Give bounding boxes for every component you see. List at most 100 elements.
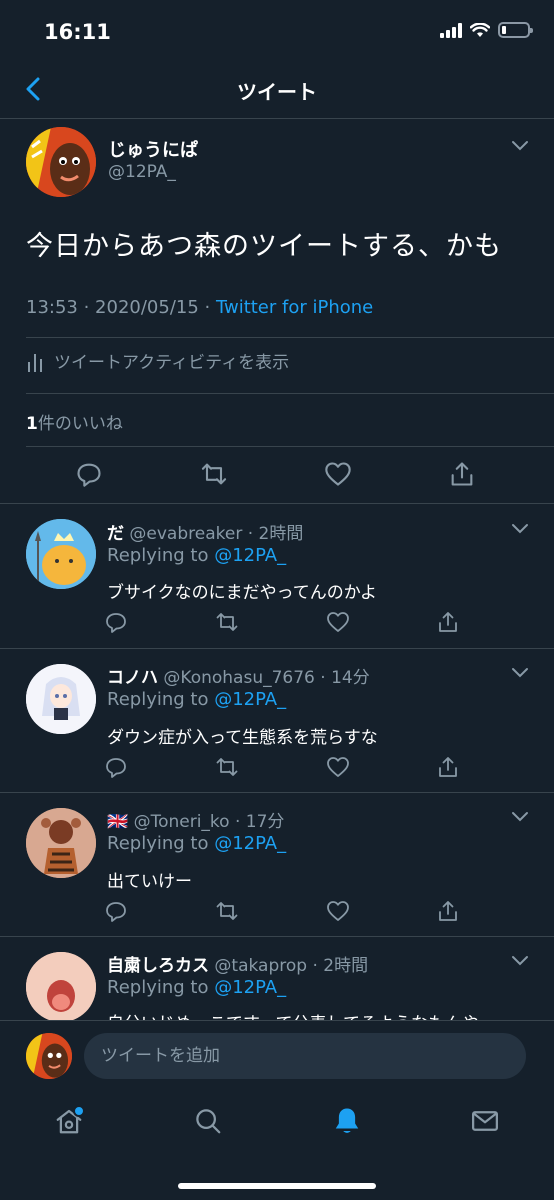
tweet-source-link[interactable]: Twitter for iPhone — [216, 297, 373, 318]
reply-icon — [106, 902, 126, 922]
reply-divider — [0, 648, 554, 649]
tab-messages[interactable] — [467, 1103, 503, 1139]
reply-button[interactable] — [104, 610, 128, 638]
reply-avatar[interactable] — [26, 952, 96, 1022]
heart-icon — [327, 757, 349, 777]
retweet-button[interactable] — [215, 610, 239, 638]
reply-handle[interactable]: @takaprop — [214, 956, 307, 976]
replying-to-handle[interactable]: @12PA_ — [214, 833, 286, 854]
wifi-icon — [470, 22, 490, 37]
retweet-button[interactable] — [200, 460, 228, 492]
page-title: ツイート — [237, 80, 317, 104]
reply-divider — [0, 936, 554, 937]
chevron-down-icon[interactable] — [511, 667, 529, 679]
reply-avatar[interactable] — [26, 808, 96, 878]
cellular-signal-icon — [440, 22, 462, 38]
main-tweet-divider — [0, 503, 554, 504]
like-button[interactable] — [326, 899, 350, 927]
share-button[interactable] — [436, 899, 460, 927]
reply-avatar-image — [26, 952, 96, 1022]
reply-avatar-image — [26, 808, 96, 878]
share-icon — [451, 462, 473, 486]
tweet-activity-label: ツイートアクティビティを表示 — [54, 353, 290, 373]
reply-time: · 2時間 — [312, 956, 369, 976]
bell-icon — [335, 1108, 359, 1133]
current-user-avatar[interactable] — [26, 1033, 72, 1079]
reply-time: · 17分 — [234, 812, 285, 832]
chevron-down-icon[interactable] — [511, 523, 529, 535]
likes-summary[interactable]: 1件のいいね — [26, 409, 123, 434]
share-button[interactable] — [436, 755, 460, 783]
retweet-icon — [216, 613, 238, 631]
reply-time: · 2時間 — [247, 524, 304, 544]
reply-button[interactable] — [75, 460, 103, 492]
share-icon — [439, 757, 457, 777]
compose-divider — [0, 1020, 554, 1021]
replying-to-handle[interactable]: @12PA_ — [214, 545, 286, 566]
status-time: 16:11 — [44, 20, 111, 44]
tab-bar — [0, 1092, 554, 1152]
meta-divider — [26, 337, 554, 338]
replying-to-handle[interactable]: @12PA_ — [214, 689, 286, 710]
like-button[interactable] — [324, 460, 352, 492]
like-button[interactable] — [326, 610, 350, 638]
author-handle[interactable]: @12PA_ — [108, 162, 176, 182]
chevron-down-icon[interactable] — [511, 140, 529, 152]
reply-avatar[interactable] — [26, 664, 96, 734]
likes-label: 件のいいね — [37, 414, 123, 434]
reply-button[interactable] — [104, 899, 128, 927]
replying-to-prefix: Replying to — [107, 545, 215, 566]
retweet-icon — [201, 463, 227, 485]
search-icon — [196, 1109, 221, 1134]
chevron-down-icon[interactable] — [511, 811, 529, 823]
reply-handle[interactable]: @evabreaker — [129, 524, 242, 544]
likes-divider — [26, 446, 554, 447]
reply-handle[interactable]: @Konohasu_7676 — [163, 668, 314, 688]
reply-avatar[interactable] — [26, 519, 96, 589]
reply-header: コノハ @Konohasu_7676 · 14分 — [107, 663, 370, 688]
reply-button[interactable] — [104, 755, 128, 783]
author-avatar[interactable] — [26, 127, 96, 197]
unread-dot — [73, 1105, 85, 1117]
replying-to-prefix: Replying to — [107, 977, 215, 998]
reply-time: · 14分 — [320, 668, 370, 688]
tab-home[interactable] — [51, 1103, 87, 1139]
reply-display-name[interactable]: コノハ — [107, 668, 158, 688]
retweet-icon — [216, 902, 238, 920]
retweet-button[interactable] — [215, 755, 239, 783]
reply-header: 🇬🇧 @Toneri_ko · 17分 — [107, 807, 284, 832]
tweet-activity-link[interactable]: ツイートアクティビティを表示 — [26, 348, 289, 373]
heart-icon — [327, 901, 349, 921]
reply-handle[interactable]: @Toneri_ko — [134, 812, 230, 832]
chevron-down-icon[interactable] — [511, 955, 529, 967]
share-button[interactable] — [448, 460, 476, 492]
likes-count: 1 — [26, 414, 38, 434]
replying-to: Replying to @12PA_ — [107, 977, 286, 998]
share-button[interactable] — [436, 610, 460, 638]
reply-display-name[interactable]: 🇬🇧 — [107, 812, 128, 832]
status-icons — [440, 22, 533, 38]
nav-divider — [0, 118, 554, 119]
heart-icon — [327, 612, 349, 632]
reply-display-name[interactable]: 自粛しろカス — [107, 956, 209, 976]
reply-text: ブサイクなのにまだやってんのかよ — [107, 583, 377, 603]
replying-to: Replying to @12PA_ — [107, 689, 286, 710]
replying-to-handle[interactable]: @12PA_ — [214, 977, 286, 998]
tab-search[interactable] — [190, 1103, 226, 1139]
reply-divider — [0, 792, 554, 793]
reply-icon — [106, 758, 126, 778]
current-user-avatar-image — [26, 1033, 72, 1079]
reply-display-name[interactable]: だ — [107, 524, 124, 544]
replying-to-prefix: Replying to — [107, 689, 215, 710]
author-avatar-image — [26, 127, 96, 197]
like-button[interactable] — [326, 755, 350, 783]
add-tweet-input[interactable]: ツイートを追加 — [84, 1033, 526, 1079]
author-display-name[interactable]: じゅうにぱ — [108, 136, 198, 162]
retweet-button[interactable] — [215, 899, 239, 927]
battery-icon — [498, 22, 533, 38]
replying-to: Replying to @12PA_ — [107, 545, 286, 566]
share-icon — [439, 612, 457, 632]
mail-icon — [472, 1111, 498, 1131]
share-icon — [439, 901, 457, 921]
tab-notifications[interactable] — [329, 1103, 365, 1139]
